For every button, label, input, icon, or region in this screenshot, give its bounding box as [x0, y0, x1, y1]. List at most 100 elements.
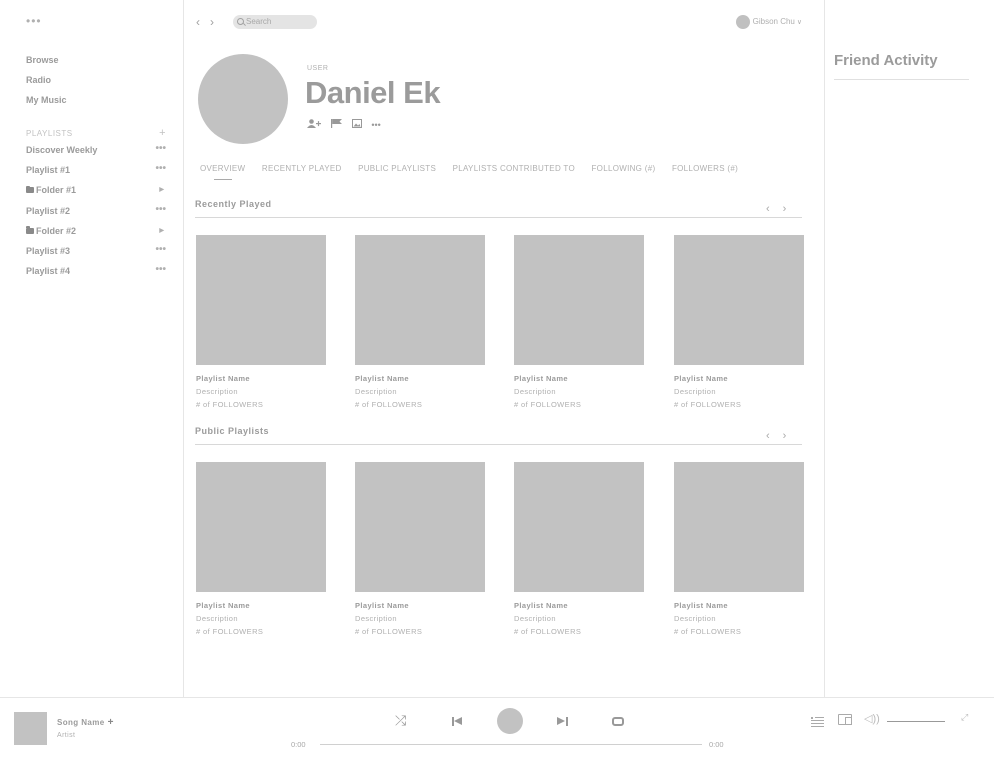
previous-track-icon[interactable]	[452, 717, 463, 726]
nav-browse[interactable]: Browse	[26, 54, 67, 74]
more-options-icon[interactable]: •••	[155, 244, 166, 256]
expand-arrow-icon[interactable]: ▶	[159, 184, 164, 196]
avatar	[735, 15, 750, 29]
now-playing-song: Song Name +	[57, 717, 114, 728]
playlist-description: Description	[674, 387, 716, 396]
playlist-card[interactable]: Playlist Name Description # of FOLLOWERS	[514, 235, 644, 409]
sidebar-item-label: Playlist #2	[26, 205, 71, 216]
time-total: 0:00	[709, 740, 724, 749]
forward-arrow-icon[interactable]: ›	[210, 15, 214, 29]
tab-public-playlists[interactable]: PUBLIC PLAYLISTS	[358, 164, 436, 173]
back-arrow-icon[interactable]: ‹	[196, 15, 200, 29]
song-name[interactable]: Song Name	[57, 718, 105, 727]
playlist-name[interactable]: Playlist Name	[355, 601, 485, 610]
fullscreen-icon[interactable]: ⤢	[961, 712, 968, 723]
more-options-icon[interactable]: •••	[155, 264, 166, 276]
playlist-card[interactable]: Playlist Name Description # of FOLLOWERS	[674, 235, 804, 409]
left-sidebar: ••• Browse Radio My Music PLAYLISTS + Di…	[0, 0, 184, 697]
tab-followers[interactable]: FOLLOWERS (#)	[672, 164, 738, 173]
search-input[interactable]: Search	[233, 15, 317, 29]
progress-bar[interactable]	[320, 744, 702, 745]
profile-image	[198, 54, 288, 144]
sidebar-item-label: Discover Weekly	[26, 145, 98, 155]
playlist-name[interactable]: Playlist Name	[355, 374, 485, 383]
chevron-left-icon[interactable]: ‹	[766, 430, 770, 442]
tab-recently-played[interactable]: RECENTLY PLAYED	[262, 164, 342, 173]
sidebar-item-playlist-3[interactable]: Playlist #3 •••	[26, 244, 166, 265]
sidebar-item-label: Folder #1	[36, 185, 77, 196]
chevron-right-icon[interactable]: ›	[783, 430, 787, 442]
add-to-library-icon[interactable]: +	[108, 717, 114, 728]
sidebar-item-folder-2[interactable]: Folder #2 ▶	[26, 225, 166, 245]
expand-arrow-icon[interactable]: ▶	[159, 225, 164, 237]
report-flag-icon[interactable]	[330, 119, 342, 131]
carousel-nav: ‹ ›	[766, 430, 799, 442]
playlist-followers: # of FOLLOWERS	[196, 627, 264, 636]
playlist-cover[interactable]	[355, 462, 485, 592]
playlist-card[interactable]: Playlist Name Description # of FOLLOWERS	[355, 235, 485, 409]
search-icon	[237, 18, 244, 25]
carousel-nav: ‹ ›	[766, 203, 799, 215]
tab-following[interactable]: FOLLOWING (#)	[592, 164, 656, 173]
more-options-icon[interactable]: •••	[155, 204, 166, 216]
playlist-description: Description	[355, 614, 397, 623]
playlist-card[interactable]: Playlist Name Description # of FOLLOWERS	[514, 462, 644, 636]
playlist-cover[interactable]	[514, 462, 644, 592]
play-button[interactable]	[497, 708, 523, 734]
devices-icon[interactable]	[838, 714, 852, 725]
playlist-cover[interactable]	[674, 235, 804, 365]
playlist-name[interactable]: Playlist Name	[196, 374, 326, 383]
sidebar-item-playlist-1[interactable]: Playlist #1 •••	[26, 163, 166, 184]
sidebar-item-playlist-2[interactable]: Playlist #2 •••	[26, 204, 166, 225]
playlist-cover[interactable]	[196, 235, 326, 365]
playlist-name[interactable]: Playlist Name	[196, 601, 326, 610]
playlist-cover[interactable]	[355, 235, 485, 365]
divider	[834, 79, 969, 80]
sidebar-item-folder-1[interactable]: Folder #1 ▶	[26, 184, 166, 204]
playlist-name[interactable]: Playlist Name	[674, 374, 804, 383]
profile-tabs: OVERVIEW RECENTLY PLAYED PUBLIC PLAYLIST…	[200, 164, 752, 180]
user-menu[interactable]: Gibson Chu ∨	[735, 15, 802, 30]
playlist-cover[interactable]	[196, 462, 326, 592]
playlists-header: PLAYLISTS +	[26, 127, 166, 139]
artist-name[interactable]: Artist	[57, 732, 75, 739]
more-options-icon[interactable]: •••	[155, 143, 166, 155]
main-content: ‹ › Search Gibson Chu ∨ USER Daniel Ek •••…	[184, 0, 824, 697]
playlist-followers: # of FOLLOWERS	[196, 400, 264, 409]
playlist-name[interactable]: Playlist Name	[514, 374, 644, 383]
queue-icon[interactable]	[811, 716, 824, 727]
now-playing-artwork[interactable]	[14, 712, 47, 745]
playlist-name[interactable]: Playlist Name	[514, 601, 644, 610]
playlist-card[interactable]: Playlist Name Description # of FOLLOWERS	[196, 462, 326, 636]
playlist-card[interactable]: Playlist Name Description # of FOLLOWERS	[196, 235, 326, 409]
playlist-card[interactable]: Playlist Name Description # of FOLLOWERS	[674, 462, 804, 636]
divider	[195, 217, 802, 218]
next-track-icon[interactable]	[557, 717, 568, 726]
chevron-left-icon[interactable]: ‹	[766, 203, 770, 215]
playlist-description: Description	[196, 387, 238, 396]
more-options-icon[interactable]: •••	[371, 120, 380, 130]
tab-overview[interactable]: OVERVIEW	[200, 164, 245, 180]
volume-icon[interactable]: ◁))	[864, 712, 880, 725]
sidebar-item-discover-weekly[interactable]: Discover Weekly •••	[26, 143, 166, 164]
more-options-icon[interactable]: •••	[155, 163, 166, 175]
window-menu-dots-icon[interactable]: •••	[26, 14, 42, 28]
add-playlist-icon[interactable]: +	[159, 127, 166, 139]
follow-user-icon[interactable]	[307, 119, 321, 131]
repeat-icon[interactable]	[612, 717, 624, 726]
nav-my-music[interactable]: My Music	[26, 94, 67, 114]
playlist-card[interactable]: Playlist Name Description # of FOLLOWERS	[355, 462, 485, 636]
image-icon[interactable]	[351, 119, 362, 131]
search-placeholder: Search	[246, 17, 272, 26]
chevron-down-icon: ∨	[796, 19, 802, 27]
playlist-cover[interactable]	[674, 462, 804, 592]
volume-slider[interactable]	[887, 721, 945, 722]
chevron-right-icon[interactable]: ›	[783, 203, 787, 215]
playlist-description: Description	[355, 387, 397, 396]
playlist-cover[interactable]	[514, 235, 644, 365]
nav-radio[interactable]: Radio	[26, 74, 67, 94]
playlist-name[interactable]: Playlist Name	[674, 601, 804, 610]
shuffle-icon[interactable]: ⤮	[395, 712, 406, 729]
sidebar-item-playlist-4[interactable]: Playlist #4 •••	[26, 264, 166, 285]
tab-playlists-contributed[interactable]: PLAYLISTS CONTRIBUTED TO	[453, 164, 575, 173]
